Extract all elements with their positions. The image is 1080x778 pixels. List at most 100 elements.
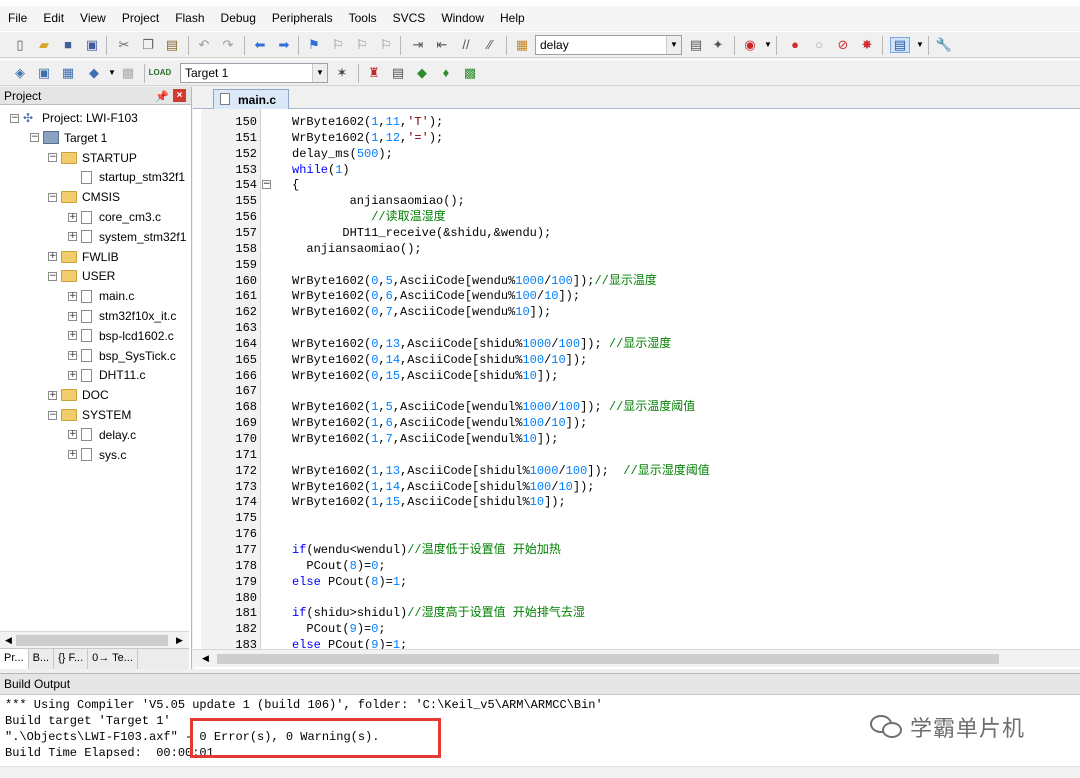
tree-item-folder[interactable]: + FWLIB <box>48 247 119 267</box>
save-icon[interactable]: ■ <box>60 37 76 53</box>
code-line[interactable]: 182 PCout(9)=0; <box>193 621 1080 637</box>
menu-view[interactable]: View <box>72 6 114 30</box>
target-options-icon[interactable]: ✶ <box>334 65 350 81</box>
find-icon[interactable]: ▤ <box>688 37 704 53</box>
code-line[interactable]: 152 delay_ms(500); <box>193 146 1080 162</box>
collapse-icon[interactable]: − <box>30 133 39 143</box>
pack-installer-icon[interactable]: ♦ <box>438 65 454 81</box>
scroll-right-icon[interactable]: ▶ <box>173 634 186 647</box>
code-line[interactable]: 180 <box>193 590 1080 606</box>
paste-icon[interactable]: ▤ <box>164 37 180 53</box>
navigate-back-icon[interactable]: ⬅ <box>252 37 268 53</box>
build-output-scrollbar[interactable] <box>0 766 1080 778</box>
stop-build-icon[interactable]: ▩ <box>120 65 136 81</box>
chevron-down-icon[interactable]: ▼ <box>760 37 776 53</box>
panel-tab-1[interactable]: B... <box>29 649 55 669</box>
code-line[interactable]: 177 if(wendu<wendul)//温度低于设置值 开始加热 <box>193 542 1080 558</box>
code-line[interactable]: 158 anjiansaomiao(); <box>193 241 1080 257</box>
chevron-down-icon[interactable]: ▼ <box>912 37 928 53</box>
expand-icon[interactable]: + <box>68 212 77 222</box>
close-icon[interactable]: × <box>173 89 186 102</box>
menu-help[interactable]: Help <box>492 6 533 30</box>
undo-icon[interactable]: ↶ <box>196 37 212 53</box>
tree-item-file[interactable]: startup_stm32f1 <box>68 167 185 187</box>
indent-icon[interactable]: ⇥ <box>410 37 426 53</box>
code-line[interactable]: 167 <box>193 383 1080 399</box>
tree-item-file[interactable]: + DHT11.c <box>68 365 145 385</box>
panel-tab-2[interactable]: {} F... <box>54 649 89 669</box>
debug-session-icon[interactable]: ◉ <box>742 37 758 53</box>
expand-icon[interactable]: + <box>68 370 77 380</box>
tree-item-folder[interactable]: − SYSTEM <box>48 405 131 425</box>
kill-breakpoints-icon[interactable]: ✸ <box>859 37 875 53</box>
new-file-icon[interactable]: ▯ <box>12 37 28 53</box>
next-bookmark-icon[interactable]: ⚐ <box>354 37 370 53</box>
uncomment-icon[interactable]: ⁄⁄ <box>482 37 498 53</box>
expand-icon[interactable]: + <box>68 311 77 321</box>
build-icon[interactable]: ▣ <box>36 65 52 81</box>
copy-icon[interactable]: ❐ <box>140 37 156 53</box>
scrollbar-thumb[interactable] <box>217 654 999 664</box>
code-line[interactable]: 163 <box>193 320 1080 336</box>
tree-item-folder[interactable]: − STARTUP <box>48 148 137 168</box>
tree-item-folder[interactable]: − USER <box>48 266 115 286</box>
breakpoint-icon[interactable]: ● <box>787 37 803 53</box>
chevron-down-icon[interactable]: ▼ <box>104 65 120 81</box>
code-line[interactable]: 171 <box>193 447 1080 463</box>
menu-flash[interactable]: Flash <box>167 6 212 30</box>
tab-main-c[interactable]: main.c <box>213 89 289 109</box>
navigate-forward-icon[interactable]: ➡ <box>276 37 292 53</box>
code-line[interactable]: 154− { <box>193 177 1080 193</box>
open-folder-icon[interactable]: ▰ <box>36 37 52 53</box>
expand-icon[interactable]: + <box>48 390 57 400</box>
code-line[interactable]: 160 WrByte1602(0,5,AsciiCode[wendu%1000/1… <box>193 273 1080 289</box>
previous-bookmark-icon[interactable]: ⚐ <box>330 37 346 53</box>
menu-svcs[interactable]: SVCS <box>385 6 434 30</box>
code-line[interactable]: 181 if(shidu>shidul)//湿度高于设置值 开始排气去湿 <box>193 605 1080 621</box>
code-area[interactable]: 150 WrByte1602(1,11,'T'); 151 WrByte1602(1,… <box>193 109 1080 649</box>
window-layout-icon[interactable]: ▤ <box>890 37 910 53</box>
chevron-down-icon[interactable]: ▼ <box>666 36 681 54</box>
file-extensions-icon[interactable]: ♜ <box>366 65 382 81</box>
menu-window[interactable]: Window <box>433 6 492 30</box>
find-in-files-icon[interactable]: ▦ <box>514 37 530 53</box>
code-line[interactable]: 176 <box>193 526 1080 542</box>
collapse-icon[interactable]: − <box>48 153 57 163</box>
tree-item-file[interactable]: + sys.c <box>68 445 126 465</box>
code-line[interactable]: 161 WrByte1602(0,6,AsciiCode[wendu%100/10… <box>193 288 1080 304</box>
rebuild-icon[interactable]: ▦ <box>60 65 76 81</box>
panel-tab-0[interactable]: Pr... <box>0 649 29 669</box>
translate-icon[interactable]: ◈ <box>12 65 28 81</box>
redo-icon[interactable]: ↷ <box>220 37 236 53</box>
menu-debug[interactable]: Debug <box>213 6 264 30</box>
code-line[interactable]: 174 WrByte1602(1,15,AsciiCode[shidul%10])… <box>193 494 1080 510</box>
wrench-icon[interactable]: 🔧 <box>936 37 952 53</box>
project-horizontal-scrollbar[interactable]: ◀ ▶ <box>0 631 189 648</box>
clear-bookmarks-icon[interactable]: ⚐ <box>378 37 394 53</box>
collapse-icon[interactable]: − <box>10 113 19 123</box>
select-software-packs-icon[interactable]: ▩ <box>462 65 478 81</box>
unindent-icon[interactable]: ⇤ <box>434 37 450 53</box>
code-line[interactable]: 179 else PCout(8)=1; <box>193 574 1080 590</box>
code-line[interactable]: 175 <box>193 510 1080 526</box>
comment-icon[interactable]: // <box>458 37 474 53</box>
collapse-icon[interactable]: − <box>48 192 57 202</box>
code-line[interactable]: 172 WrByte1602(1,13,AsciiCode[shidul%1000… <box>193 463 1080 479</box>
code-line[interactable]: 165 WrByte1602(0,14,AsciiCode[shidu%100/1… <box>193 352 1080 368</box>
batch-build-icon[interactable]: ◆ <box>86 65 102 81</box>
find-combo[interactable]: delay ▼ <box>535 35 682 55</box>
editor-horizontal-scrollbar[interactable]: ◀ <box>193 649 1080 667</box>
bookmark-icon[interactable]: ⚑ <box>306 37 322 53</box>
panel-tab-3[interactable]: 0→ Te... <box>88 649 138 669</box>
manage-books-icon[interactable]: ▤ <box>390 65 406 81</box>
tree-item-file[interactable]: + bsp_SysTick.c <box>68 346 176 366</box>
code-line[interactable]: 183 else PCout(9)=1; <box>193 637 1080 649</box>
expand-icon[interactable]: + <box>68 232 77 242</box>
code-line[interactable]: 157 DHT11_receive(&shidu,&wendu); <box>193 225 1080 241</box>
code-line[interactable]: 155 anjiansaomiao(); <box>193 193 1080 209</box>
collapse-icon[interactable]: − <box>48 271 57 281</box>
run-time-environment-icon[interactable]: ◆ <box>414 65 430 81</box>
code-line[interactable]: 168 WrByte1602(1,5,AsciiCode[wendul%1000/… <box>193 399 1080 415</box>
pin-icon[interactable]: 📌 <box>155 88 169 106</box>
expand-icon[interactable]: + <box>68 430 77 440</box>
